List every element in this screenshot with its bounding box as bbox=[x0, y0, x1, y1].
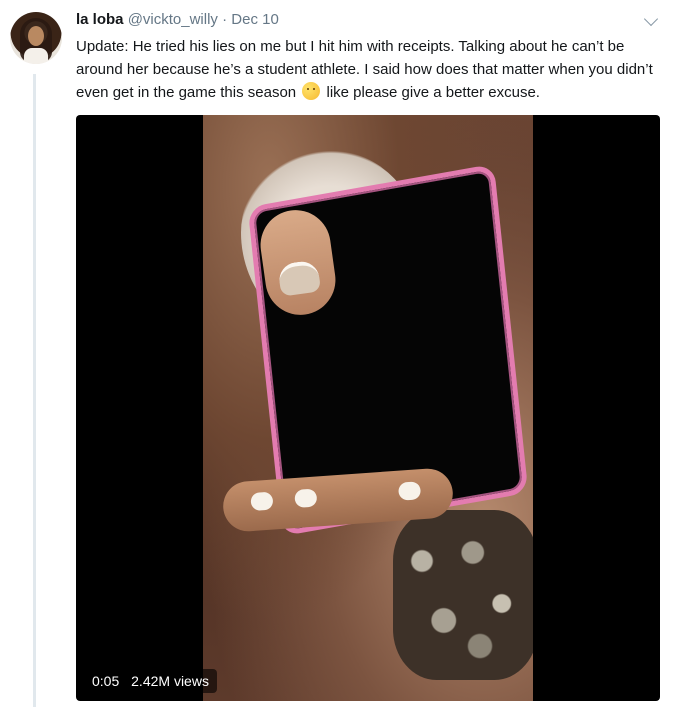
thumb-nail bbox=[277, 259, 322, 297]
author-name[interactable]: la loba bbox=[76, 11, 124, 28]
avatar[interactable] bbox=[10, 12, 62, 64]
separator-dot: · bbox=[222, 11, 228, 28]
video-stats-overlay: 0:05 2.42M views bbox=[84, 669, 217, 693]
tweet-header: la loba @vickto_willy · Dec 10 bbox=[76, 10, 279, 30]
finger-nail bbox=[250, 491, 274, 512]
tweet-date[interactable]: Dec 10 bbox=[231, 11, 279, 28]
video-player[interactable]: 0:05 2.42M views bbox=[76, 115, 660, 701]
tweet-text: Update: He tried his lies on me but I hi… bbox=[76, 35, 666, 104]
finger-nail bbox=[294, 488, 318, 508]
avatar-face bbox=[28, 26, 44, 46]
tweet-text-end: like please give a better excuse. bbox=[322, 84, 540, 101]
finger-nail bbox=[397, 481, 422, 501]
video-duration: 0:05 bbox=[92, 673, 120, 689]
gravel-background bbox=[393, 510, 533, 680]
author-handle[interactable]: @vickto_willy bbox=[128, 11, 218, 28]
thinking-face-icon bbox=[302, 82, 321, 100]
thread-line bbox=[33, 74, 36, 707]
video-views: 2.42M views bbox=[131, 673, 209, 689]
avatar-shirt bbox=[24, 48, 48, 64]
video-frame bbox=[203, 115, 533, 701]
chevron-down-icon[interactable] bbox=[643, 11, 659, 27]
